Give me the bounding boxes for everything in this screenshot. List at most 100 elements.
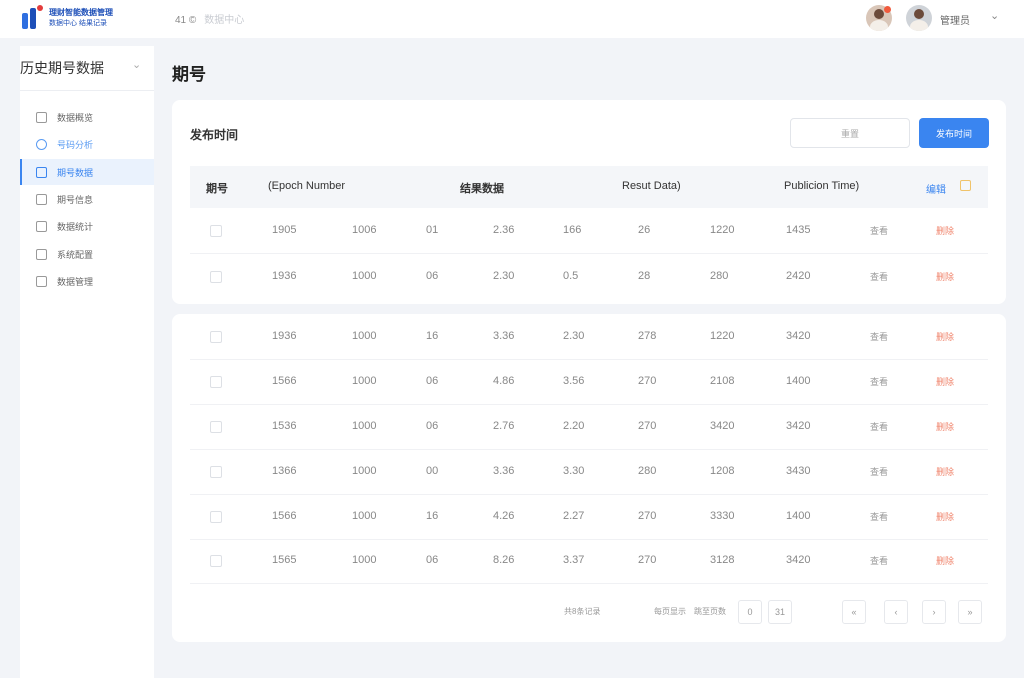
- reset-button[interactable]: 重置: [790, 118, 910, 148]
- cell-issue: 1565: [272, 554, 297, 566]
- cell-num: 06: [426, 420, 439, 432]
- table-row[interactable]: 1936 1000 06 2.30 0.5 28 280 2420 查看 删除: [190, 254, 988, 300]
- logo[interactable]: 理财智能数据管理 数据中心 结果记录: [20, 5, 120, 31]
- view-link[interactable]: 查看: [870, 420, 888, 433]
- calendar-icon: [36, 166, 47, 178]
- column-settings-icon[interactable]: [960, 180, 971, 191]
- username[interactable]: 管理员: [940, 12, 970, 27]
- cell-num: 16: [426, 510, 439, 522]
- row-checkbox[interactable]: [210, 511, 222, 523]
- sidebar-item-overview[interactable]: 数据概览: [20, 104, 154, 130]
- prev-page-button[interactable]: ‹: [884, 600, 908, 624]
- cell-issue: 1566: [272, 510, 297, 522]
- view-link[interactable]: 查看: [870, 224, 888, 237]
- sidebar-item-issue-info[interactable]: 期号信息: [20, 186, 154, 212]
- sidebar-item-issue-data[interactable]: 期号数据: [20, 159, 154, 185]
- cell-value: 1220: [710, 224, 735, 236]
- chevron-down-icon[interactable]: ⌄: [132, 58, 141, 71]
- view-link[interactable]: 查看: [870, 510, 888, 523]
- delete-link[interactable]: 删除: [936, 510, 954, 523]
- table-row[interactable]: 1536 1000 06 2.76 2.20 270 3420 3420 查看 …: [190, 404, 988, 450]
- cell-issue: 1536: [272, 420, 297, 432]
- publish-time-button[interactable]: 发布时间: [919, 118, 989, 148]
- first-page-button[interactable]: «: [842, 600, 866, 624]
- sidebar-item-settings[interactable]: 系统配置: [20, 241, 154, 267]
- cell-time: 1400: [786, 375, 811, 387]
- header-result-cn[interactable]: 结果数据: [460, 180, 504, 196]
- table-row[interactable]: 1936 1000 16 3.36 2.30 278 1220 3420 查看 …: [190, 314, 988, 360]
- sidebar-item-label: 数据统计: [57, 221, 94, 232]
- delete-link[interactable]: 删除: [936, 554, 954, 567]
- page-input[interactable]: 0: [738, 600, 762, 624]
- row-checkbox[interactable]: [210, 225, 222, 237]
- view-link[interactable]: 查看: [870, 270, 888, 283]
- table-row[interactable]: 1905 1006 01 2.36 166 26 1220 1435 查看 删除: [190, 208, 988, 254]
- top-nav-secondary[interactable]: 数据中心: [204, 15, 244, 26]
- page-input[interactable]: 31: [768, 600, 792, 624]
- header-issue-en[interactable]: (Epoch Number: [268, 180, 345, 192]
- cell-issue: 1936: [272, 330, 297, 342]
- view-link[interactable]: 查看: [870, 554, 888, 567]
- pagination-page-size[interactable]: 每页显示: [654, 606, 686, 617]
- logo-title: 理财智能数据管理: [49, 8, 113, 17]
- cell-code: 1000: [352, 375, 377, 387]
- delete-link[interactable]: 删除: [936, 375, 954, 388]
- cell-value: 2.76: [493, 420, 515, 432]
- cell-issue: 1366: [272, 465, 297, 477]
- row-checkbox[interactable]: [210, 271, 222, 283]
- filter-label: 发布时间: [190, 128, 239, 142]
- cell-value: 2.20: [563, 420, 585, 432]
- cell-time: 1400: [786, 510, 811, 522]
- row-checkbox[interactable]: [210, 555, 222, 567]
- table-row[interactable]: 1566 1000 16 4.26 2.27 270 3330 1400 查看 …: [190, 494, 988, 540]
- cell-value: 3330: [710, 510, 735, 522]
- cell-time: 3420: [786, 330, 811, 342]
- cell-value: 8.26: [493, 554, 515, 566]
- logo-subtitle: 数据中心 结果记录: [49, 20, 107, 27]
- row-checkbox[interactable]: [210, 331, 222, 343]
- delete-link[interactable]: 删除: [936, 270, 954, 283]
- delete-link[interactable]: 删除: [936, 420, 954, 433]
- user-avatar[interactable]: [906, 5, 932, 31]
- cell-value: 3.36: [493, 330, 515, 342]
- header-issue-cn[interactable]: 期号: [206, 180, 228, 196]
- delete-link[interactable]: 删除: [936, 224, 954, 237]
- top-nav-primary[interactable]: 41 ©: [175, 15, 196, 26]
- cell-issue: 1905: [272, 224, 297, 236]
- table-row[interactable]: 1366 1000 00 3.36 3.30 280 1208 3430 查看 …: [190, 449, 988, 495]
- sidebar-item-label: 数据概览: [57, 112, 94, 123]
- sidebar-item-label: 系统配置: [57, 249, 94, 260]
- logo-icon: [20, 5, 44, 31]
- table-row[interactable]: 1565 1000 06 8.26 3.37 270 3128 3420 查看 …: [190, 538, 988, 584]
- sidebar-item-statistics[interactable]: 数据统计: [20, 213, 154, 239]
- document-icon: [36, 193, 47, 205]
- cell-time: 3420: [786, 420, 811, 432]
- tools-icon: [36, 220, 47, 232]
- table-row[interactable]: 1566 1000 06 4.86 3.56 270 2108 1400 查看 …: [190, 359, 988, 405]
- cell-value: 3.56: [563, 375, 585, 387]
- row-checkbox[interactable]: [210, 421, 222, 433]
- header-edit-link[interactable]: 编辑: [926, 181, 946, 196]
- sidebar-title[interactable]: 历史期号数据: [20, 58, 104, 78]
- cell-num: 06: [426, 270, 439, 282]
- view-link[interactable]: 查看: [870, 375, 888, 388]
- row-checkbox[interactable]: [210, 466, 222, 478]
- view-link[interactable]: 查看: [870, 330, 888, 343]
- sidebar-item-analysis[interactable]: 号码分析: [20, 131, 154, 157]
- header-time-en[interactable]: Publicion Time): [784, 180, 859, 192]
- sidebar-item-management[interactable]: 数据管理: [20, 268, 154, 294]
- cell-value: 3.30: [563, 465, 585, 477]
- page-title: 期号: [172, 65, 206, 84]
- last-page-button[interactable]: »: [958, 600, 982, 624]
- cell-code: 1000: [352, 420, 377, 432]
- cell-num: 01: [426, 224, 439, 236]
- header-result-en[interactable]: Resut Data): [622, 180, 681, 192]
- cell-value: 270: [638, 554, 657, 566]
- row-checkbox[interactable]: [210, 376, 222, 388]
- delete-link[interactable]: 删除: [936, 465, 954, 478]
- top-nav[interactable]: 41 © 数据中心: [175, 11, 244, 26]
- next-page-button[interactable]: ›: [922, 600, 946, 624]
- delete-link[interactable]: 删除: [936, 330, 954, 343]
- view-link[interactable]: 查看: [870, 465, 888, 478]
- chevron-down-icon[interactable]: ⌄: [990, 9, 999, 22]
